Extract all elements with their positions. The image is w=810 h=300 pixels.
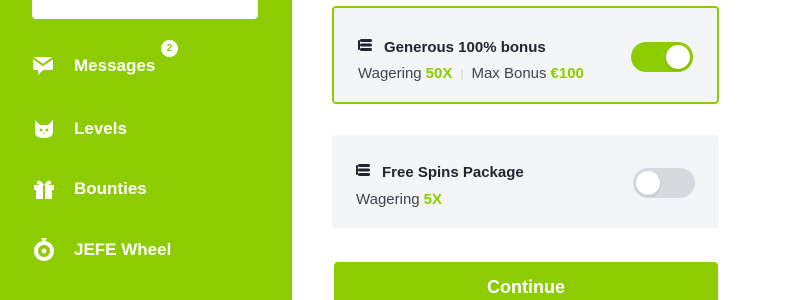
sidebar-top-button[interactable] <box>32 0 258 19</box>
messages-count-badge: 2 <box>161 40 178 57</box>
bonus-card-generous[interactable]: Generous 100% bonus Wagering 50X | Max B… <box>332 6 719 104</box>
gift-icon <box>32 177 56 201</box>
coins-icon <box>358 37 374 58</box>
sidebar-item-label: Levels <box>74 119 127 138</box>
coins-icon <box>356 162 372 183</box>
message-icon <box>32 54 56 78</box>
bonus-toggle[interactable] <box>631 42 693 72</box>
bonus-title: Generous 100% bonus <box>384 39 546 56</box>
details-separator: | <box>460 66 464 81</box>
bonus-card-free-spins[interactable]: Free Spins Package Wagering 5X <box>332 135 719 228</box>
card-title-row: Free Spins Package <box>356 162 524 183</box>
cat-icon <box>32 117 56 141</box>
sidebar-item-label: Bounties <box>74 179 147 198</box>
sidebar-item-jefe-wheel[interactable]: JEFE Wheel <box>32 236 171 264</box>
sidebar-item-bounties[interactable]: Bounties <box>32 175 147 203</box>
max-bonus-label: Max Bonus <box>471 65 547 82</box>
toggle-knob <box>636 171 660 195</box>
wagering-label: Wagering <box>358 65 422 82</box>
bonus-details: Wagering 5X <box>356 191 442 208</box>
wagering-label: Wagering <box>356 191 420 208</box>
max-bonus-value: €100 <box>550 65 584 82</box>
sidebar-item-label: JEFE Wheel <box>74 240 172 259</box>
sidebar-item-messages[interactable]: Messages 2 <box>32 40 178 80</box>
sidebar-item-label: Messages <box>74 56 156 75</box>
wagering-value: 50X <box>425 65 453 82</box>
toggle-knob <box>666 45 690 69</box>
bonus-toggle[interactable] <box>633 168 695 198</box>
bonus-details: Wagering 50X | Max Bonus €100 <box>358 65 584 82</box>
sidebar: Messages 2 Levels Bounties JEFE Wheel <box>0 0 292 300</box>
wagering-value: 5X <box>423 191 442 208</box>
card-title-row: Generous 100% bonus <box>358 37 546 58</box>
sidebar-item-levels[interactable]: Levels <box>32 115 127 143</box>
continue-button[interactable]: Continue <box>334 262 718 300</box>
wheel-icon <box>32 238 56 262</box>
bonus-title: Free Spins Package <box>382 164 524 181</box>
